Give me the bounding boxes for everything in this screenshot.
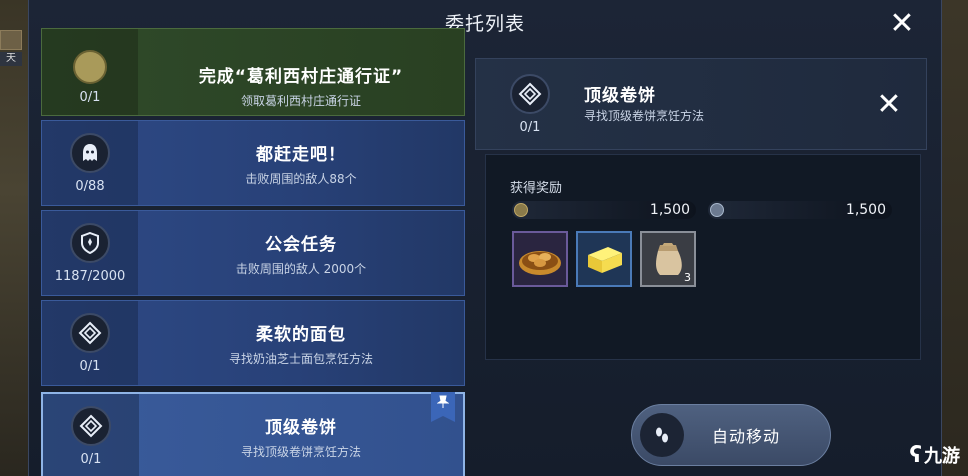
detail-subtitle: 寻找顶级卷饼烹饪方法	[584, 109, 705, 123]
detail-progress: 0/1	[519, 119, 541, 135]
reward-item-qty: 3	[684, 271, 691, 284]
quest-detail-panel: 0/1 顶级卷饼 寻找顶级卷饼烹饪方法 ✕ 获得奖励 1,500 1,500 3…	[475, 58, 927, 476]
quest-subtitle: 击败周围的敌人88个	[245, 171, 357, 186]
background-right	[940, 0, 968, 476]
window-close-button[interactable]: ✕	[885, 5, 919, 41]
currency-gold: 1,500	[512, 201, 696, 219]
watermark: ʕ 九游	[909, 442, 960, 468]
quest-item-guild-task[interactable]: 1187/2000 公会任务 击败周围的敌人 2000个	[41, 210, 465, 296]
footsteps-icon	[640, 413, 684, 457]
egg-icon	[73, 49, 107, 84]
quest-subtitle: 寻找奶油芝士面包烹饪方法	[228, 351, 373, 366]
gold-coin-icon	[514, 203, 528, 217]
quest-icon-column: 0/88	[42, 121, 138, 205]
diamond-spiral-icon	[70, 312, 110, 353]
quest-list[interactable]: 0/1 完成“葛利西村庄通行证” 领取葛利西村庄通行证 0/88 都赶走吧！ 击…	[41, 28, 465, 476]
detail-header: 0/1 顶级卷饼 寻找顶级卷饼烹饪方法 ✕	[475, 58, 927, 150]
quest-progress: 0/1	[80, 451, 102, 467]
background-left: 天	[0, 0, 30, 476]
quest-progress: 0/88	[75, 178, 105, 194]
close-icon: ✕	[889, 5, 915, 41]
auto-move-button[interactable]: 自动移动	[631, 404, 831, 466]
reward-item-slot[interactable]	[512, 231, 568, 287]
ghost-icon	[70, 132, 110, 173]
detail-close-button[interactable]: ✕	[872, 86, 906, 122]
diamond-spiral-icon	[510, 73, 550, 114]
rewards-label: 获得奖励	[510, 181, 563, 196]
shield-icon	[70, 222, 110, 263]
quest-item-drive-away[interactable]: 0/88 都赶走吧！ 击败周围的敌人88个	[41, 120, 465, 206]
auto-move-label: 自动移动	[712, 427, 781, 446]
game-hud-badge	[0, 30, 22, 50]
butter-icon	[588, 247, 622, 273]
currency-silver: 1,500	[708, 201, 892, 219]
watermark-text: 九游	[924, 446, 960, 467]
watermark-logo-icon: ʕ	[909, 442, 922, 468]
detail-title: 顶级卷饼	[584, 86, 656, 106]
quest-subtitle: 领取葛利西村庄通行证	[240, 93, 361, 108]
quest-title: 完成“葛利西村庄通行证”	[198, 66, 404, 87]
quest-icon-column: 1187/2000	[42, 211, 138, 295]
quest-title: 柔软的面包	[256, 324, 346, 345]
quest-window: 委托列表 ✕ 0/1 完成“葛利西村庄通行证” 领取葛利西村庄通行证 0/88	[28, 0, 942, 476]
diamond-spiral-icon	[71, 405, 111, 446]
quest-item-top-wrap[interactable]: 0/1 顶级卷饼 寻找顶级卷饼烹饪方法	[41, 392, 465, 476]
quest-progress: 0/1	[79, 358, 101, 374]
reward-item-slot[interactable]: 3	[640, 231, 696, 287]
currency-amount: 1,500	[649, 202, 690, 218]
quest-icon-column: 0/1	[42, 29, 138, 115]
quest-title: 顶级卷饼	[265, 417, 337, 438]
silver-coin-icon	[710, 203, 724, 217]
quest-item-village-pass[interactable]: 0/1 完成“葛利西村庄通行证” 领取葛利西村庄通行证	[41, 28, 465, 116]
detail-icon-column: 0/1	[476, 59, 584, 149]
quest-subtitle: 击败周围的敌人 2000个	[235, 261, 367, 276]
game-hud-label: 天	[0, 52, 22, 66]
quest-icon-column: 0/1	[43, 394, 139, 476]
quest-progress: 0/1	[79, 89, 101, 105]
rewards-panel: 获得奖励 1,500 1,500 3	[485, 154, 921, 360]
quest-subtitle: 寻找顶级卷饼烹饪方法	[240, 444, 361, 459]
quest-title: 公会任务	[265, 234, 337, 255]
close-icon: ✕	[876, 86, 902, 122]
currency-amount: 1,500	[845, 202, 886, 218]
quest-icon-column: 0/1	[42, 301, 138, 385]
bread-basket-icon	[519, 251, 561, 275]
quest-item-soft-bread[interactable]: 0/1 柔软的面包 寻找奶油芝士面包烹饪方法	[41, 300, 465, 386]
quest-title: 都赶走吧！	[256, 144, 346, 165]
reward-item-slot[interactable]	[576, 231, 632, 287]
quest-progress: 1187/2000	[54, 268, 126, 284]
